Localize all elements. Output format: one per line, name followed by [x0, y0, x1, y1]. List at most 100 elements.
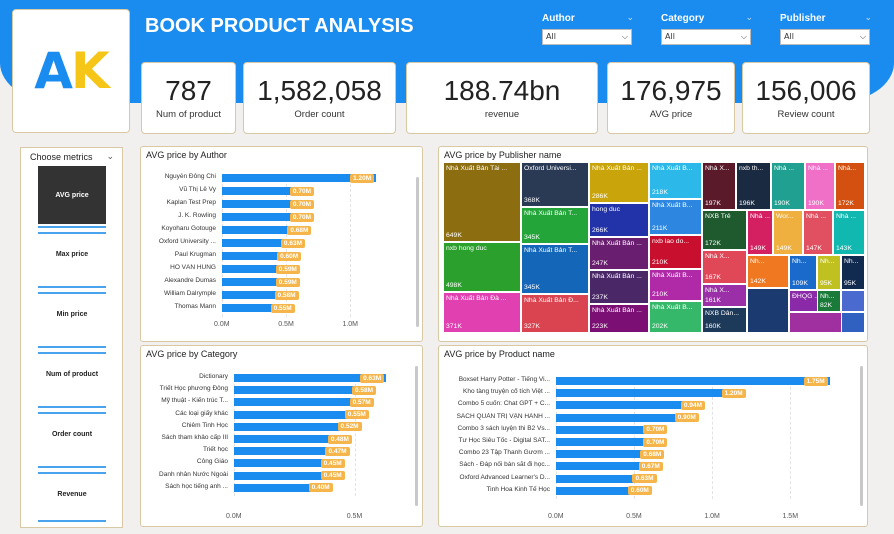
treemap-tile[interactable]: Nhà Xuất B... 210K [649, 269, 702, 301]
metric-num-of-product[interactable]: Num of product [38, 345, 106, 403]
bar-label: Sách học tiếng anh ... [165, 482, 228, 490]
treemap-tile-value: 161K [705, 297, 721, 304]
gridline [790, 377, 792, 499]
treemap-tile[interactable]: Oxford Universi... 368K [521, 162, 589, 207]
treemap-tile[interactable]: Nhà Xuất Bản ... 286K [589, 162, 649, 203]
treemap-tile[interactable]: Nhà ... 190K [805, 162, 835, 210]
category-filter[interactable]: Category ⌄ All ⌵ [661, 13, 753, 45]
treemap-tile[interactable]: Nhà Xuất Bản Đ... 327K [521, 294, 589, 333]
treemap-tile[interactable]: nxb th... 196K [736, 162, 771, 210]
treemap-tile[interactable]: Nh... 95K [841, 255, 865, 290]
data-label: 0.70M [289, 212, 314, 222]
treemap-tile-value: 210K [652, 259, 668, 266]
treemap-tile[interactable]: Nhà ... 190K [771, 162, 805, 210]
treemap-tile[interactable]: Nhà... 172K [835, 162, 865, 210]
chevron-down-icon[interactable]: ⌄ [745, 13, 753, 23]
data-label: 0.58M [352, 385, 377, 395]
metric-min-price[interactable]: Min price [38, 285, 106, 343]
kpi-revenue: 188.74bn revenue [406, 62, 598, 134]
scrollbar[interactable] [860, 366, 863, 506]
data-label: 0.45M [320, 471, 345, 481]
publisher-filter[interactable]: Publisher ⌄ All ⌵ [780, 13, 872, 45]
data-label: 0.45M [320, 458, 345, 468]
treemap-tile[interactable]: nxb lao do... 210K [649, 235, 702, 269]
treemap-tile[interactable]: Nhà ... 143K [833, 210, 865, 255]
treemap-tile[interactable]: NXB Dân... 160K [702, 307, 747, 333]
treemap-tile[interactable]: Nhà Xuất Bản T... 345K [521, 244, 589, 294]
treemap-tile[interactable]: Nhà ... 147K [803, 210, 833, 255]
bar-label: Dictionary [199, 373, 228, 380]
treemap-tile-name: Nhà Xuất Bản ... [592, 165, 642, 172]
treemap-tile-name: nxb th... [739, 165, 764, 172]
scrollbar[interactable] [415, 366, 418, 506]
treemap-tile-name: ĐHQG ... [792, 293, 820, 300]
treemap-tile[interactable]: Nh... 109K [789, 255, 817, 290]
publisher-filter-label: Publisher [780, 13, 826, 24]
metrics-slicer-title[interactable]: Choose metrics ⌄ [21, 148, 122, 162]
scrollbar[interactable] [416, 177, 419, 327]
x-tick-label: 0.0M [214, 321, 230, 328]
category-select[interactable]: All ⌵ [661, 29, 751, 45]
treemap-tile-value: 223K [592, 323, 608, 330]
treemap-tile-name: nxb hong duc [446, 245, 487, 252]
bar-label: Combo 5 cuốn: Chat GPT + C... [457, 400, 550, 408]
author-select[interactable]: All ⌵ [542, 29, 632, 45]
treemap-tile-name: Nhà ... [806, 213, 827, 220]
treemap-tile[interactable]: Nhà Xuất B... 202K [649, 301, 702, 333]
bar-label: Thomas Mann [174, 303, 216, 310]
bar-label: J. K. Rowling [178, 212, 216, 219]
metric-revenue[interactable]: Revenue [38, 465, 106, 523]
treemap-tile[interactable]: Nhà Xuất Bản T... 345K [521, 207, 589, 244]
treemap-tile[interactable]: Nhà Xuất Bản Tài ... 649K [443, 162, 521, 242]
treemap-tile[interactable]: NXB Trẻ 172K [702, 210, 747, 250]
x-tick-label: 0.5M [278, 321, 294, 328]
publisher-select[interactable]: All ⌵ [780, 29, 870, 45]
treemap-tile-value: 368K [524, 197, 540, 204]
treemap-tile[interactable]: hong duc 266K [589, 203, 649, 237]
author-filter[interactable]: Author ⌄ All ⌵ [542, 13, 634, 45]
treemap-tile[interactable]: Nhà X... 167K [702, 250, 747, 284]
treemap-tile[interactable]: nxb hong duc 498K [443, 242, 521, 292]
treemap-tile-name: Nh... [844, 258, 859, 265]
treemap-tile-value: 82K [820, 302, 833, 309]
treemap-tile[interactable]: Nhà Xuất B... 211K [649, 199, 702, 235]
treemap-tile-name: Nhà Xuất Bản ... [592, 240, 642, 247]
treemap-tile[interactable]: Nh... 82K [817, 290, 841, 312]
avg-price-by-author-panel: AVG price by Author 0.0M 0.5M 1.0M Nguyễn Đ… [140, 146, 423, 342]
treemap-tile[interactable]: Nhà Xuất Bản ... 237K [589, 270, 649, 304]
data-label: 0.59M [275, 277, 300, 287]
treemap-tile[interactable]: Nhà ... 149K [747, 210, 773, 255]
treemap-tile[interactable]: Nhà Xuất Bản Đà ... 371K [443, 292, 521, 333]
treemap-tile[interactable]: Nhà Xuất Bản ... 247K [589, 237, 649, 270]
treemap-tile-name: Nhà ... [808, 165, 829, 172]
x-tick-label: 0.5M [626, 513, 642, 520]
treemap-tile-name: Nhà X... [705, 287, 730, 294]
metric-avg-price[interactable]: AVG price [38, 166, 106, 224]
x-tick-label: 0.0M [548, 513, 564, 520]
data-label: 0.52M [337, 422, 362, 432]
treemap-tile[interactable]: Nh... 95K [817, 255, 841, 290]
treemap-tile[interactable]: Nh... 142K [747, 255, 789, 288]
bar-label: Danh nhân Nước Ngoài [159, 470, 228, 478]
metric-max-price[interactable]: Max price [38, 225, 106, 283]
bar-label: Combo 3 sách luyện thi B2 Vs... [457, 424, 551, 432]
chevron-down-icon[interactable]: ⌄ [626, 13, 634, 23]
treemap-tile-name: Nhà Xuất Bản Đ... [524, 297, 579, 304]
metric-order-count[interactable]: Order count [38, 405, 106, 463]
chart-title: AVG price by Author [146, 150, 227, 160]
treemap-tile-name: Nhà Xuất B... [652, 202, 693, 209]
treemap-tile[interactable]: Nhà X... 161K [702, 284, 747, 307]
treemap-tile-name: Nhà Xuất Bản Tài ... [446, 165, 508, 172]
treemap-tile[interactable]: Nhà X... 197K [702, 162, 736, 210]
treemap-tile-value: 95K [844, 280, 857, 287]
treemap-tile[interactable]: Nhà Xuất Bản ... 223K [589, 304, 649, 333]
bar-label: Oxford Advanced Learner's D... [459, 473, 550, 481]
chevron-down-icon[interactable]: ⌄ [106, 151, 114, 162]
avg-price-by-publisher-panel: AVG price by Publisher name Nhà Xuất Bản… [438, 146, 868, 342]
treemap-tile[interactable]: Nhà Xuất B... 218K [649, 162, 702, 199]
treemap-tile[interactable]: Wor... 149K [773, 210, 803, 255]
chevron-down-icon[interactable]: ⌄ [864, 13, 872, 23]
bar-label: Vũ Thị Lê Vy [179, 186, 216, 193]
chart-title: AVG price by Category [146, 349, 238, 359]
dropdown-icon: ⌵ [740, 32, 747, 41]
